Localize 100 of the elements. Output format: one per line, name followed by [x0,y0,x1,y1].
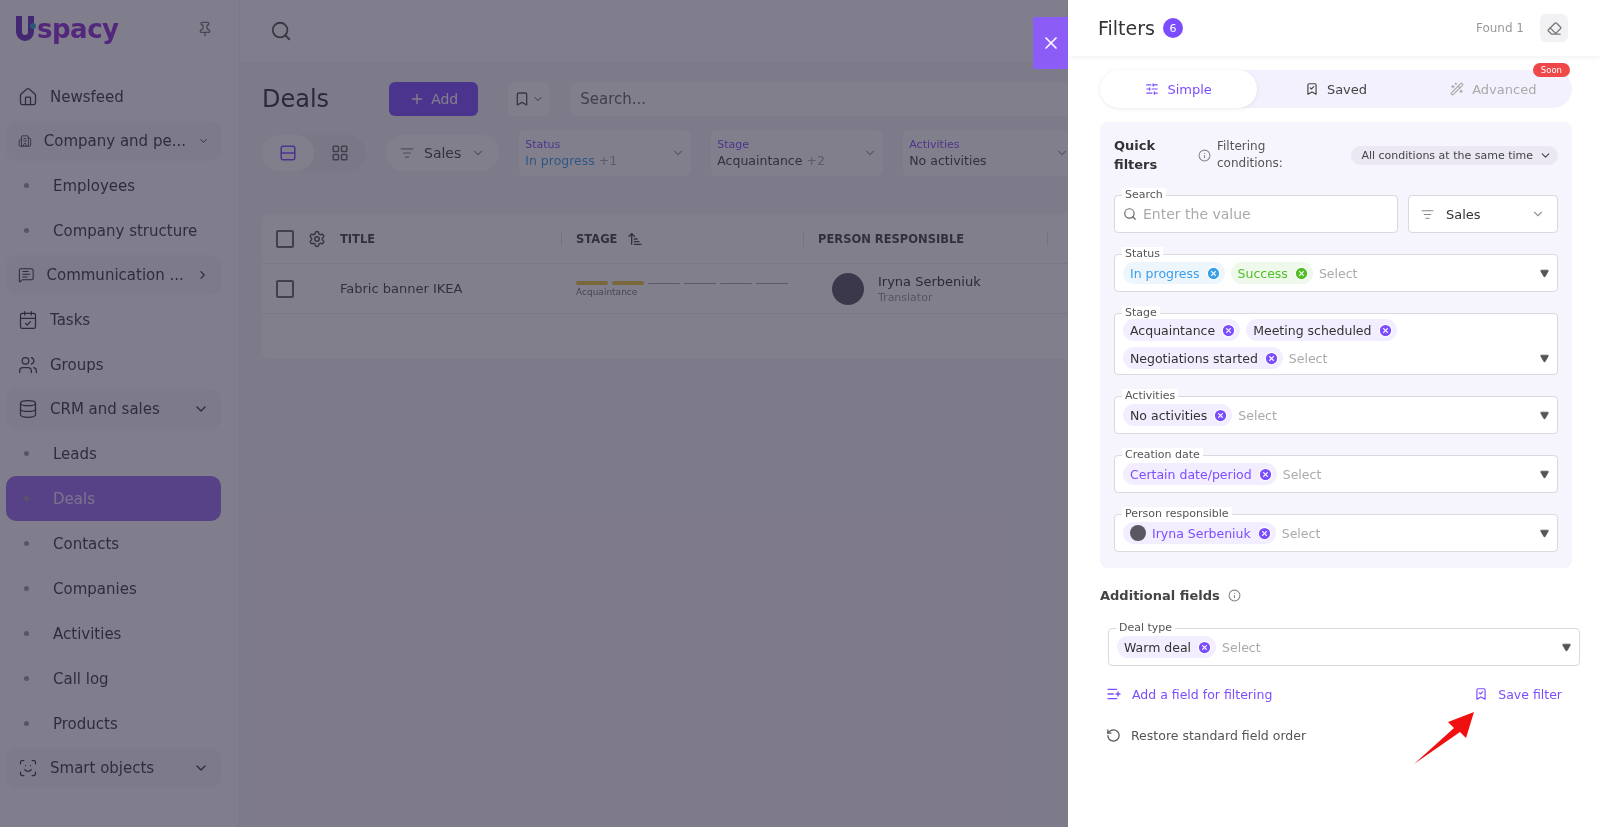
conditions-label: Filtering conditions: [1217,138,1284,172]
section-title: Quick filters [1114,137,1159,174]
chip-label: Stage [717,138,751,151]
remove-icon[interactable] [1221,322,1237,338]
eraser-icon [1546,20,1562,36]
bullet-icon [24,451,29,456]
bullet-icon [24,228,29,233]
remove-icon[interactable] [1205,265,1221,281]
sidebar-item[interactable]: Company structure [6,208,221,253]
add-button[interactable]: Add [389,82,479,116]
remove-icon[interactable] [1293,265,1309,281]
bullet-icon [24,183,29,188]
field-label: Status [1122,247,1164,260]
close-button[interactable] [1033,17,1068,69]
filter-tag[interactable]: Success [1230,262,1313,284]
column-header[interactable]: TITLE [340,231,562,246]
remove-icon[interactable] [1256,525,1272,541]
caret-icon [1540,410,1549,420]
sidebar-item[interactable]: Activities [6,611,221,656]
field-label: Stage [1122,306,1160,319]
info-icon[interactable] [1227,589,1241,602]
select-placeholder: Select [1318,265,1358,281]
bullet-icon [24,496,29,501]
filter-tag[interactable]: Iryna Serbeniuk [1123,522,1276,544]
filter-tag[interactable]: No activities [1123,404,1233,426]
filter-tag[interactable]: Acquaintance [1123,319,1241,341]
search-icon [1123,207,1137,221]
field-label: Deal type [1116,621,1176,634]
field-label: Search [1122,188,1166,201]
caret-icon [1540,469,1549,479]
pin-icon[interactable] [197,21,213,37]
add-field-link[interactable]: Add a field for filtering [1106,686,1273,702]
nav-icon [18,354,38,375]
search-icon[interactable] [270,20,292,42]
select-placeholder: Select [1281,525,1321,541]
conditions-select[interactable]: All conditions at the same time [1351,145,1558,165]
filter-chip[interactable]: Activities No activities [903,130,1068,176]
sliders-icon [1145,82,1160,96]
sidebar-item[interactable]: Contacts [6,521,221,566]
remove-icon[interactable] [1263,350,1279,366]
add-list-icon [1106,686,1122,702]
sort-icon [627,230,644,247]
remove-icon[interactable] [1197,639,1213,655]
nav-icon [18,265,35,285]
sidebar-item[interactable]: Groups [6,342,221,387]
pipeline-select[interactable]: Sales [386,135,500,171]
checkbox[interactable] [276,229,294,248]
filter-tag[interactable]: Meeting scheduled [1246,319,1397,341]
soon-badge: Soon [1532,63,1570,77]
person-name[interactable]: Iryna Serbeniuk [878,273,981,289]
filter-tag[interactable]: Warm deal [1117,636,1217,658]
avatar [1130,525,1146,541]
filter-icon [1421,207,1434,221]
list-view-button[interactable] [262,135,314,171]
column-header[interactable]: PERSON RESPONSIBLE [818,231,1048,246]
caret-icon [1540,268,1549,278]
remove-icon[interactable] [1377,322,1393,338]
bookmark-button[interactable] [508,82,551,116]
bookmark-check-icon [1474,687,1489,701]
page-title: Deals [262,85,330,113]
nav-icon [18,399,38,419]
search-field[interactable]: Search... [570,82,1068,116]
sidebar-item[interactable]: Newsfeed [6,74,221,119]
restore-icon [1106,728,1121,743]
logo-mark-icon [14,14,36,44]
count-badge: 6 [1162,18,1183,38]
select-placeholder: Select [1282,466,1322,482]
filter-tag[interactable]: In progress [1123,262,1225,284]
found-count: Found 1 [1475,21,1524,35]
sidebar-item[interactable]: Leads [6,431,221,476]
sidebar-item[interactable]: Products [6,701,221,746]
caret-icon [1540,353,1549,363]
caret-icon [1562,642,1571,652]
select-placeholder: Select [1288,350,1328,366]
field-label: Creation date [1122,448,1203,461]
grid-view-icon [331,144,349,162]
save-filter-link[interactable]: Save filter [1474,686,1562,702]
sidebar-item[interactable]: Companies [6,566,221,611]
remove-icon[interactable] [1257,466,1273,482]
column-header[interactable]: STAGE [576,230,804,247]
remove-icon[interactable] [1213,407,1229,423]
filter-tag[interactable]: Negotiations started [1123,347,1283,369]
sidebar-item[interactable]: Tasks [6,297,221,342]
table-cell[interactable]: Fabric banner IKEA [340,281,562,296]
filter-tab[interactable]: Simple [1100,70,1258,108]
filter-tab[interactable]: Saved [1257,70,1415,108]
nav-icon [18,758,38,778]
list-view-icon [279,144,297,162]
logo: spacy [14,14,119,44]
field-label: Activities [1122,389,1179,402]
field-label: Person responsible [1122,507,1232,520]
settings-icon[interactable] [308,229,326,248]
sidebar-item[interactable]: Call log [6,656,221,701]
pipeline-select[interactable]: Sales [1408,195,1558,233]
sidebar-item[interactable]: Employees [6,163,221,208]
restore-order-link[interactable]: Restore standard field order [1106,728,1307,743]
info-icon[interactable] [1198,148,1211,162]
filter-tag[interactable]: Certain date/period [1123,463,1277,485]
checkbox[interactable] [276,279,294,298]
eraser-button[interactable] [1540,14,1568,42]
